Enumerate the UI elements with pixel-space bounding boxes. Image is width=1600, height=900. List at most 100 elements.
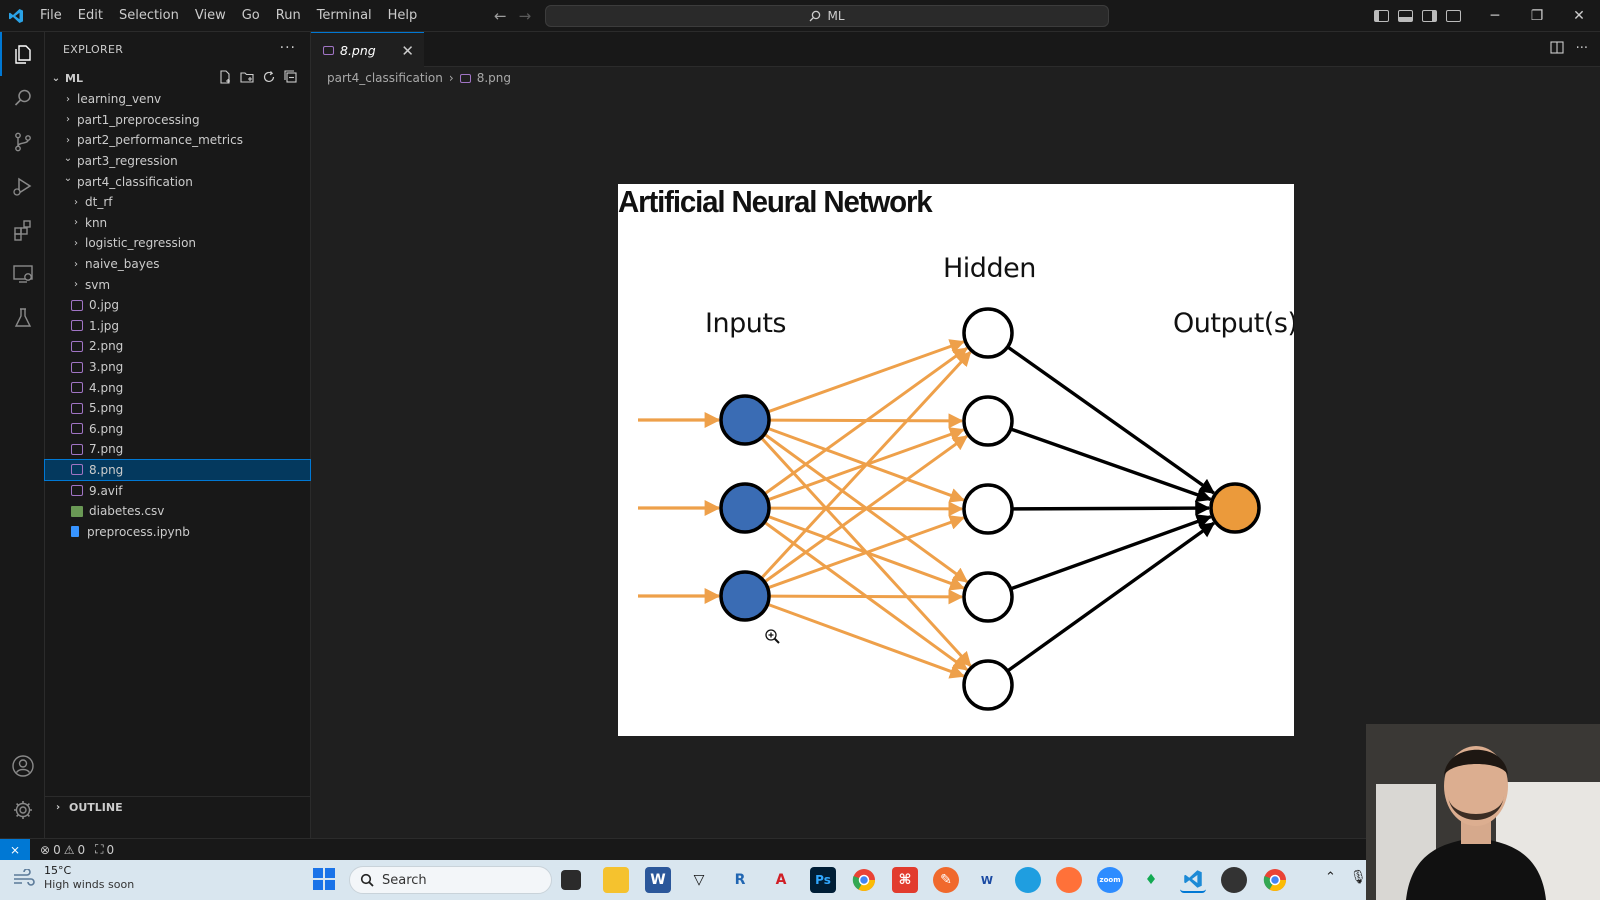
activity-bar [0, 32, 45, 838]
minimize-icon[interactable]: ─ [1474, 8, 1516, 24]
word-icon[interactable]: W [645, 867, 671, 893]
weather-widget[interactable]: 15°C High winds soon [12, 864, 134, 892]
menu-help[interactable]: Help [380, 0, 426, 32]
breadcrumb-folder[interactable]: part4_classification [327, 71, 443, 85]
menu-file[interactable]: File [32, 0, 70, 32]
chevron-right-icon: › [74, 237, 78, 249]
testing-flask-icon[interactable] [0, 296, 45, 340]
remote-indicator-icon[interactable]: ⨯ [0, 838, 30, 861]
remote-explorer-icon[interactable] [0, 252, 45, 296]
tree-file[interactable]: 5.png [45, 398, 310, 419]
outline-section[interactable]: › OUTLINE [45, 796, 311, 818]
breadcrumb: part4_classification › 8.png [327, 67, 511, 89]
back-arrow-icon[interactable]: ← [494, 7, 507, 25]
ports-indicator[interactable]: ⛶ 0 [95, 842, 114, 857]
tab-8-png[interactable]: 8.png ✕ [311, 32, 424, 67]
vectorworks-icon[interactable]: ▽ [686, 867, 712, 893]
tree-file[interactable]: 4.png [45, 377, 310, 398]
pdf-reader-icon[interactable]: ⌘ [892, 867, 918, 893]
ports-count: 0 [106, 842, 115, 857]
tree-item-label: 5.png [89, 401, 124, 416]
photoshop-icon[interactable]: Ps [810, 867, 836, 893]
task-view-icon[interactable] [561, 870, 581, 890]
close-window-icon[interactable]: ✕ [1558, 8, 1600, 24]
tree-folder[interactable]: › knn [45, 213, 310, 234]
word-web-icon[interactable]: W [974, 867, 1000, 893]
zoom-app-icon[interactable]: zoom [1097, 867, 1123, 893]
forward-arrow-icon[interactable]: → [519, 7, 532, 25]
tree-folder[interactable]: › learning_venv [45, 89, 310, 110]
new-file-icon[interactable] [218, 70, 232, 84]
tree-folder[interactable]: ⌄ part4_classification [45, 171, 310, 192]
tree-folder[interactable]: › part1_preprocessing [45, 110, 310, 131]
breadcrumb-file[interactable]: 8.png [477, 71, 511, 85]
tree-file[interactable]: diabetes.csv [45, 501, 310, 522]
source-control-icon[interactable] [0, 120, 45, 164]
tree-item-label: naive_bayes [85, 257, 160, 272]
accounts-icon[interactable] [0, 744, 45, 788]
tree-item-label: dt_rf [85, 195, 113, 210]
tree-file[interactable]: 0.jpg [45, 295, 310, 316]
command-center-label: ML [827, 9, 845, 23]
explorer-activity-icon[interactable] [0, 32, 45, 76]
tree-folder[interactable]: › svm [45, 274, 310, 295]
file-explorer-icon[interactable] [603, 867, 629, 893]
command-center[interactable]: ML [545, 5, 1109, 27]
chrome-icon[interactable] [851, 867, 877, 893]
tree-file[interactable]: 1.jpg [45, 316, 310, 337]
vscode-taskbar-icon[interactable] [1180, 867, 1206, 893]
tree-file[interactable]: 9.avif [45, 480, 310, 501]
tree-file[interactable]: preprocess.ipynb [45, 521, 310, 542]
media-app-icon[interactable] [1221, 867, 1247, 893]
settings-gear-icon[interactable] [0, 788, 45, 832]
refresh-icon[interactable] [262, 70, 276, 84]
hidden-output-edge [1010, 514, 1212, 591]
menu-selection[interactable]: Selection [111, 0, 187, 32]
edge-icon[interactable] [1015, 867, 1041, 893]
new-folder-icon[interactable] [240, 70, 254, 84]
editor-more-icon[interactable]: ··· [1576, 41, 1588, 58]
extensions-icon[interactable] [0, 208, 45, 252]
mongodb-icon[interactable]: ♦ [1138, 867, 1164, 893]
tree-folder[interactable]: › part2_performance_metrics [45, 130, 310, 151]
acrobat-icon[interactable]: A [768, 867, 794, 893]
error-count: 0 [53, 842, 61, 857]
menu-run[interactable]: Run [268, 0, 309, 32]
taskbar-search[interactable]: Search [349, 866, 552, 894]
firefox-icon[interactable] [1056, 867, 1082, 893]
tree-file[interactable]: 7.png [45, 439, 310, 460]
customize-layout-icon[interactable] [1446, 10, 1461, 22]
tree-item-label: part1_preprocessing [77, 112, 200, 127]
tree-file[interactable]: 6.png [45, 419, 310, 440]
tree-folder[interactable]: › logistic_regression [45, 233, 310, 254]
collapse-all-icon[interactable] [284, 70, 298, 84]
chrome-profile-icon[interactable] [1262, 867, 1288, 893]
toggle-secondary-sidebar-icon[interactable] [1422, 10, 1437, 22]
menu-go[interactable]: Go [234, 0, 268, 32]
restore-icon[interactable]: ❐ [1516, 8, 1558, 24]
split-editor-icon[interactable] [1550, 41, 1564, 58]
close-tab-icon[interactable]: ✕ [401, 42, 414, 60]
tree-folder[interactable]: › dt_rf [45, 192, 310, 213]
tree-folder[interactable]: ⌄ part3_regression [45, 151, 310, 172]
warning-icon: ⚠ [63, 842, 75, 857]
r-app-icon[interactable]: R [727, 867, 753, 893]
problems-indicator[interactable]: ⊗ 0 ⚠ 0 [40, 843, 85, 857]
tree-file[interactable]: 8.png [44, 458, 311, 482]
menu-view[interactable]: View [187, 0, 234, 32]
run-debug-icon[interactable] [0, 164, 45, 208]
toggle-panel-icon[interactable] [1398, 10, 1413, 22]
workspace-root[interactable]: ⌄ ML [45, 67, 310, 89]
microphone-icon[interactable]: 🎙︎ [1350, 870, 1367, 885]
tree-folder[interactable]: › naive_bayes [45, 254, 310, 275]
search-activity-icon[interactable] [0, 76, 45, 120]
chevron-up-icon[interactable]: ⌃ [1325, 870, 1336, 885]
menu-terminal[interactable]: Terminal [309, 0, 380, 32]
tree-file[interactable]: 2.png [45, 336, 310, 357]
toggle-sidebar-icon[interactable] [1374, 10, 1389, 22]
more-actions-icon[interactable]: ··· [280, 40, 296, 56]
pencil-app-icon[interactable]: ✎ [933, 867, 959, 893]
tree-file[interactable]: 3.png [45, 357, 310, 378]
menu-edit[interactable]: Edit [70, 0, 111, 32]
windows-start-icon[interactable] [313, 868, 335, 890]
